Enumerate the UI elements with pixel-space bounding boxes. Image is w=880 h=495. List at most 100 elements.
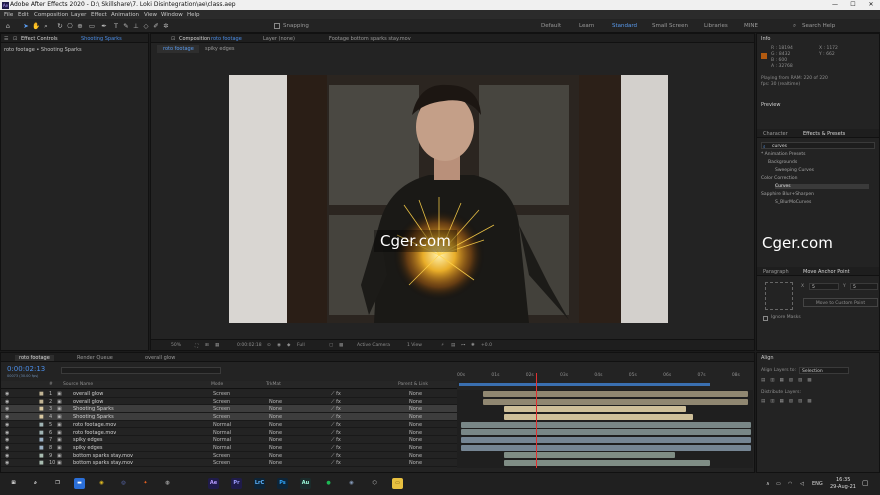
layer-switches-icon[interactable]: ⟋ fx xyxy=(331,414,341,420)
layer-parent[interactable]: None xyxy=(409,406,422,412)
volume-icon[interactable]: ◁ xyxy=(800,481,804,487)
layer-visibility-icon[interactable]: ◉ xyxy=(5,445,9,451)
folder-icon[interactable]: ▭ xyxy=(392,478,403,489)
effects-tree-item[interactable]: Color Correction xyxy=(761,176,797,181)
layer-trkmat[interactable]: None xyxy=(269,437,282,443)
layer-parent[interactable]: None xyxy=(409,414,422,420)
layer-type-icon[interactable]: ▣ xyxy=(57,445,62,451)
layer-visibility-icon[interactable]: ◉ xyxy=(5,422,9,428)
premiere-icon[interactable]: Pr xyxy=(231,478,242,489)
grid-icon[interactable]: ▦ xyxy=(215,343,219,348)
layer-duration-bar[interactable] xyxy=(483,398,748,405)
workspace-mine[interactable]: MINE xyxy=(744,23,758,29)
layer-row[interactable]: ◉ ■ 6 ▣ roto footage.mov Normal None ⟋ fx None xyxy=(1,429,457,437)
workspace-small-screen[interactable]: Small Screen xyxy=(652,23,688,29)
tab-composition-name[interactable]: roto footage xyxy=(211,36,242,42)
rotation-tool-icon[interactable]: ↻ xyxy=(56,22,64,30)
tab-character[interactable]: Character xyxy=(763,131,788,137)
layer-duration-bar[interactable] xyxy=(503,452,676,459)
layer-parent[interactable]: None xyxy=(409,460,422,466)
timecode-display[interactable]: 0:00:02:18 xyxy=(237,343,262,348)
layer-row[interactable]: ◉ ■ 4 ▣ Shooting Sparks Screen None ⟋ fx None xyxy=(1,413,457,421)
lightroom-icon[interactable]: LrC xyxy=(254,478,265,489)
layer-trkmat[interactable]: None xyxy=(269,460,282,466)
menu-window[interactable]: Window xyxy=(161,12,183,18)
layer-trkmat[interactable]: None xyxy=(269,430,282,436)
anchor-grid[interactable] xyxy=(765,282,793,310)
timeline-search-input[interactable] xyxy=(61,367,221,374)
effects-tree-item[interactable]: Backgrounds xyxy=(768,160,797,165)
layer-row[interactable]: ◉ ■ 7 ▣ spiky edges Normal None ⟋ fx None xyxy=(1,436,457,444)
roi-icon[interactable]: ▢ xyxy=(329,343,333,348)
layer-switches-icon[interactable]: ⟋ fx xyxy=(331,460,341,466)
layer-visibility-icon[interactable]: ◉ xyxy=(5,437,9,443)
header-parent[interactable]: Parent & Link xyxy=(398,382,428,387)
layer-type-icon[interactable]: ▣ xyxy=(57,430,62,436)
file-explorer-icon[interactable]: ▬ xyxy=(74,478,85,489)
layer-trkmat[interactable]: None xyxy=(269,422,282,428)
layer-duration-bar[interactable] xyxy=(460,429,751,436)
layer-visibility-icon[interactable]: ◉ xyxy=(5,460,9,466)
layer-type-icon[interactable]: ▣ xyxy=(57,422,62,428)
layer-mode[interactable]: Normal xyxy=(213,437,231,443)
puppet-tool-icon[interactable]: ✲ xyxy=(162,22,170,30)
exposure-value[interactable]: +0.0 xyxy=(481,343,492,348)
layer-row[interactable]: ◉ ■ 5 ▣ roto footage.mov Normal None ⟋ fx None xyxy=(1,421,457,429)
layer-mode[interactable]: Screen xyxy=(213,453,230,459)
layer-type-icon[interactable]: ▣ xyxy=(57,406,62,412)
layer-trkmat[interactable]: None xyxy=(269,445,282,451)
browser-icon[interactable]: ◎ xyxy=(118,478,129,489)
zoom-tool-icon[interactable]: ⌕ xyxy=(42,22,50,30)
layer-switches-icon[interactable]: ⟋ fx xyxy=(331,430,341,436)
resolution-dropdown[interactable]: Full xyxy=(297,343,305,348)
layer-mode[interactable]: Screen xyxy=(213,399,230,405)
tab-composition[interactable]: Composition xyxy=(179,36,210,42)
workspace-learn[interactable]: Learn xyxy=(579,23,594,29)
selection-tool-icon[interactable]: ➤ xyxy=(22,22,30,30)
steam-icon[interactable]: ◉ xyxy=(346,478,357,489)
notifications-icon[interactable]: ▢ xyxy=(862,479,869,487)
layer-row[interactable]: ◉ ■ 8 ▣ spiky edges Normal None ⟋ fx None xyxy=(1,444,457,452)
layer-trkmat[interactable]: None xyxy=(269,406,282,412)
layer-visibility-icon[interactable]: ◉ xyxy=(5,414,9,420)
layer-parent[interactable]: None xyxy=(409,437,422,443)
playhead[interactable] xyxy=(535,373,537,468)
menu-help[interactable]: Help xyxy=(187,12,200,18)
layer-mode[interactable]: Normal xyxy=(213,422,231,428)
menu-view[interactable]: View xyxy=(144,12,157,18)
home-icon[interactable]: ⌂ xyxy=(4,22,12,30)
tab-layer[interactable]: Layer (none) xyxy=(263,36,295,42)
layer-type-icon[interactable]: ▣ xyxy=(57,437,62,443)
layer-mode[interactable]: Screen xyxy=(213,391,230,397)
layer-visibility-icon[interactable]: ◉ xyxy=(5,406,9,412)
media-icon[interactable]: ◍ xyxy=(162,478,173,489)
layer-duration-bar[interactable] xyxy=(460,421,751,428)
show-snapshot-icon[interactable]: ◉ xyxy=(277,343,281,348)
panel-menu-icon[interactable]: ☰ xyxy=(4,36,8,42)
search-help-icon[interactable]: ⌕ xyxy=(793,23,796,30)
clock-time[interactable]: 16:35 xyxy=(836,477,850,483)
menu-edit[interactable]: Edit xyxy=(18,12,29,18)
effects-tree-item[interactable]: S_BlurMoCurves xyxy=(775,200,811,205)
spotify-icon[interactable]: ● xyxy=(323,478,334,489)
workspace-default[interactable]: Default xyxy=(541,23,561,29)
layer-switches-icon[interactable]: ⟋ fx xyxy=(331,391,341,397)
menu-animation[interactable]: Animation xyxy=(111,12,139,18)
tab-paragraph[interactable]: Paragraph xyxy=(763,269,789,275)
composition-viewer[interactable]: Cger.com xyxy=(229,75,668,323)
view-tab-roto-footage[interactable]: roto footage xyxy=(157,45,199,53)
transparency-grid-icon[interactable]: ▩ xyxy=(339,343,343,348)
layer-duration-bar[interactable] xyxy=(503,406,686,413)
network-icon[interactable]: ▭ xyxy=(776,481,781,487)
type-tool-icon[interactable]: T xyxy=(112,22,120,30)
tab-footage[interactable]: Footage bottom sparks stay.mov xyxy=(329,36,411,42)
audition-icon[interactable]: Au xyxy=(300,478,311,489)
fit-icon[interactable]: ⛶ xyxy=(195,343,198,349)
layer-visibility-icon[interactable]: ◉ xyxy=(5,399,9,405)
anchor-y-input[interactable]: 5 xyxy=(850,283,878,290)
layer-type-icon[interactable]: ▣ xyxy=(57,453,62,459)
layer-parent[interactable]: None xyxy=(409,391,422,397)
effects-tree-item[interactable]: Sapphire Blur+Sharpen xyxy=(761,192,814,197)
photoshop-icon[interactable]: Ps xyxy=(277,478,288,489)
fast-preview-icon[interactable]: ⚡ xyxy=(441,343,444,348)
